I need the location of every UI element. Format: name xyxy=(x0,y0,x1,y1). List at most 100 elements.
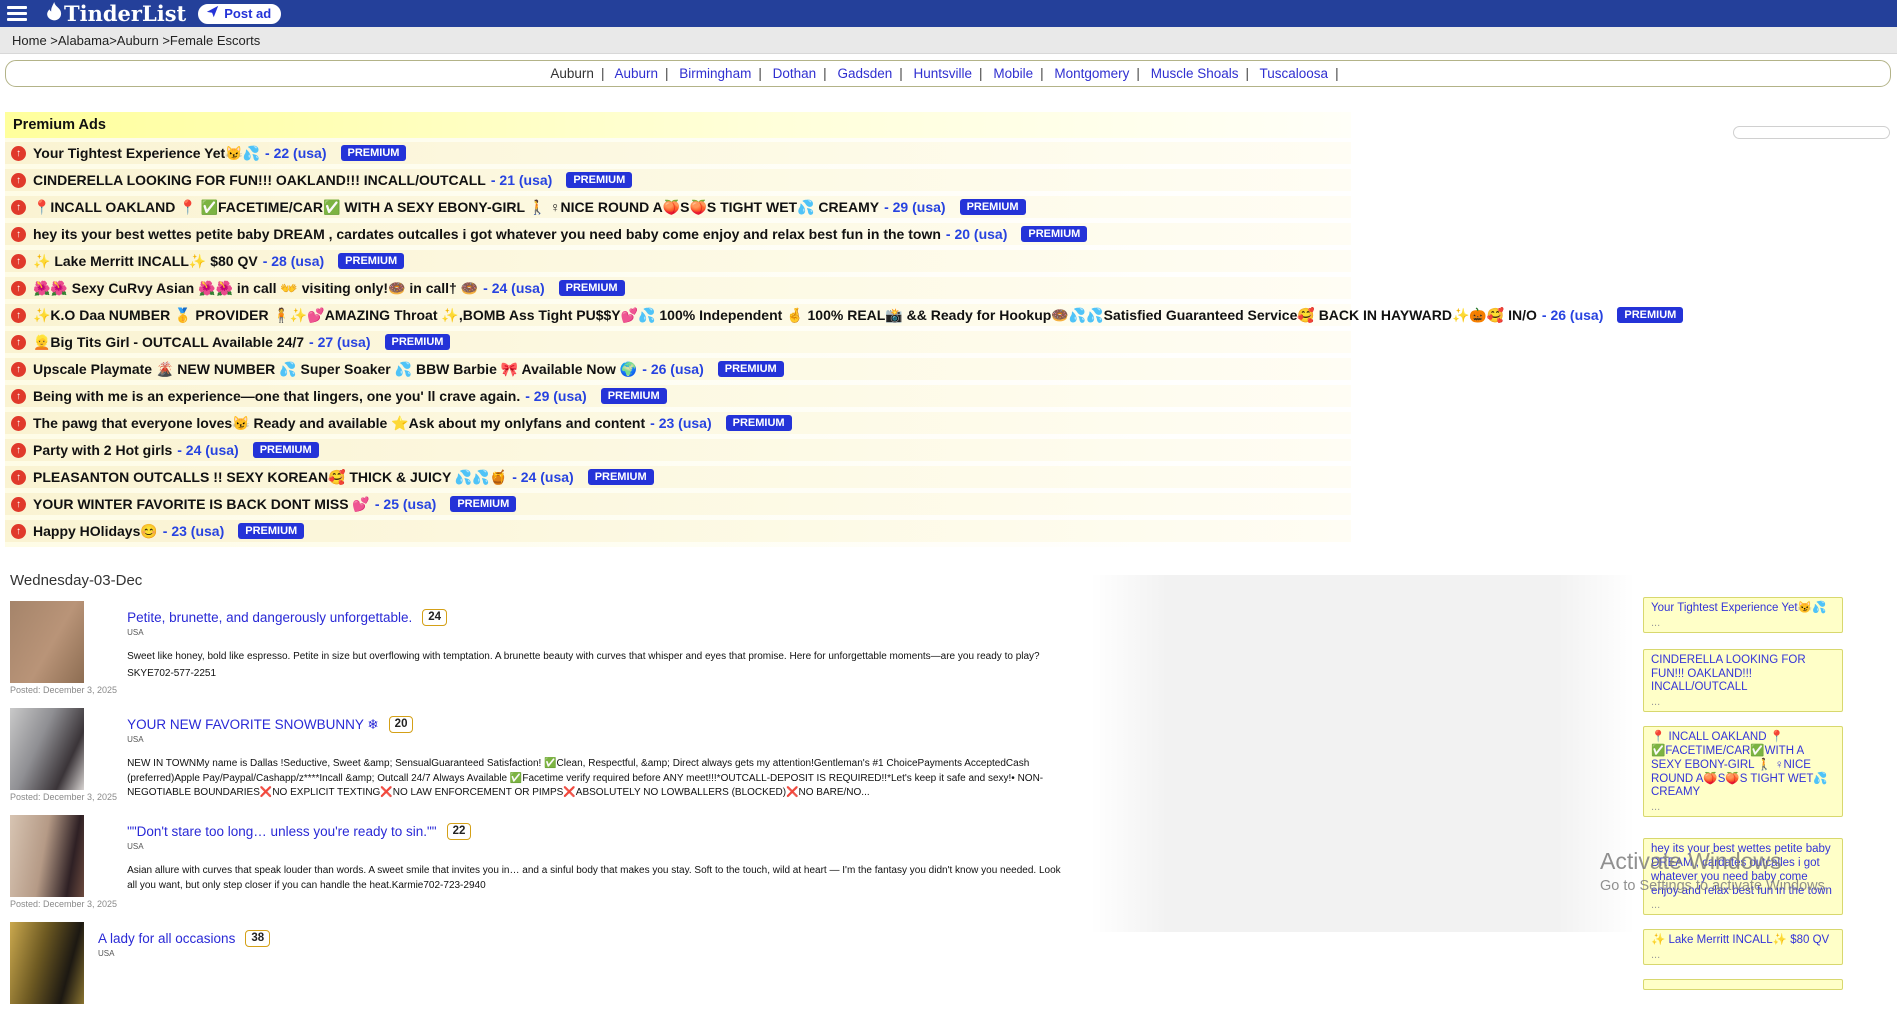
city-link[interactable]: Muscle Shoals xyxy=(1151,66,1239,81)
premium-ad-age: - 28 (usa) xyxy=(263,253,324,269)
sidebar-ad-text[interactable]: ✨ Lake Merritt INCALL✨ $80 QV xyxy=(1651,934,1835,948)
premium-ad-title[interactable]: 👱Big Tits Girl - OUTCALL Available 24/7 xyxy=(33,334,304,351)
premium-badge: PREMIUM xyxy=(341,145,407,161)
premium-ad-title[interactable]: Upscale Playmate 🌋 NEW NUMBER 💦 Super So… xyxy=(33,361,637,378)
listing-title-link[interactable]: A lady for all occasions xyxy=(98,931,235,946)
background-shade-panel xyxy=(1090,575,1635,932)
sidebar-ad-box[interactable]: 📍 INCALL OAKLAND 📍 ✅FACETIME/CAR✅WITH A … xyxy=(1643,726,1843,817)
age-badge: 20 xyxy=(389,716,414,733)
premium-ad-row[interactable]: 🌺🌺 Sexy CuRvy Asian 🌺🌺 in call 👐 visitin… xyxy=(5,277,1351,299)
listing-description: NEW IN TOWNMy name is Dallas !Seductive,… xyxy=(127,757,1067,801)
premium-badge: PREMIUM xyxy=(588,469,654,485)
listing-thumbnail[interactable] xyxy=(10,601,84,683)
premium-ad-title[interactable]: ✨ Lake Merritt INCALL✨ $80 QV xyxy=(33,253,258,270)
premium-ad-row[interactable]: Being with me is an experience—one that … xyxy=(5,385,1351,407)
arrow-up-circle-icon xyxy=(11,173,26,188)
premium-ad-row[interactable]: YOUR WINTER FAVORITE IS BACK DONT MISS 💕… xyxy=(5,493,1351,515)
menu-icon[interactable] xyxy=(0,0,34,27)
premium-ad-age: - 29 (usa) xyxy=(884,199,945,215)
listing-title-link[interactable]: YOUR NEW FAVORITE SNOWBUNNY ❄ xyxy=(127,717,379,733)
age-badge: 38 xyxy=(245,930,270,947)
sidebar-ad-box[interactable]: CINDERELLA LOOKING FOR FUN!!! OAKLAND!!!… xyxy=(1643,649,1843,712)
premium-ad-age: - 26 (usa) xyxy=(642,361,703,377)
arrow-up-circle-icon xyxy=(11,308,26,323)
city-link[interactable]: Huntsville xyxy=(914,66,973,81)
premium-ad-row[interactable]: Party with 2 Hot girls - 24 (usa) PREMIU… xyxy=(5,439,1351,461)
sidebar-ad-ellipsis: ... xyxy=(1651,618,1835,629)
city-link[interactable]: Dothan xyxy=(773,66,817,81)
premium-ad-age: - 24 (usa) xyxy=(177,442,238,458)
arrow-up-circle-icon xyxy=(11,524,26,539)
premium-ad-title[interactable]: Happy HOlidays😊 xyxy=(33,523,158,540)
premium-badge: PREMIUM xyxy=(253,442,319,458)
premium-ad-title[interactable]: PLEASANTON OUTCALLS !! SEXY KOREAN🥰 THIC… xyxy=(33,469,507,486)
city-link[interactable]: Auburn xyxy=(614,66,658,81)
city-link-separator: | xyxy=(1136,66,1140,81)
city-link[interactable]: Birmingham xyxy=(679,66,751,81)
arrow-up-circle-icon xyxy=(11,200,26,215)
premium-ad-title[interactable]: Being with me is an experience—one that … xyxy=(33,388,520,404)
premium-ad-title[interactable]: hey its your best wettes petite baby DRE… xyxy=(33,226,941,242)
arrow-up-circle-icon xyxy=(11,254,26,269)
premium-badge: PREMIUM xyxy=(559,280,625,296)
sidebar-ad-box[interactable]: Your Tightest Experience Yet😼💦 ... xyxy=(1643,597,1843,633)
premium-ad-row[interactable]: hey its your best wettes petite baby DRE… xyxy=(5,223,1351,245)
premium-ad-row[interactable]: Upscale Playmate 🌋 NEW NUMBER 💦 Super So… xyxy=(5,358,1351,380)
premium-ad-row[interactable]: ✨ Lake Merritt INCALL✨ $80 QV - 28 (usa)… xyxy=(5,250,1351,272)
premium-badge: PREMIUM xyxy=(1021,226,1087,242)
site-logo[interactable]: TinderList xyxy=(46,1,186,26)
listing-thumbnail[interactable] xyxy=(10,708,84,790)
date-heading: Wednesday-03-Dec xyxy=(10,572,1090,589)
arrow-up-circle-icon xyxy=(11,416,26,431)
post-ad-button[interactable]: Post ad xyxy=(198,4,281,24)
premium-badge: PREMIUM xyxy=(726,415,792,431)
premium-ad-row[interactable]: Happy HOlidays😊 - 23 (usa) PREMIUM xyxy=(5,520,1351,542)
sidebar-ad-text[interactable]: CINDERELLA LOOKING FOR FUN!!! OAKLAND!!!… xyxy=(1651,654,1835,695)
sidebar-ad-box[interactable]: hey its your best wettes petite baby DRE… xyxy=(1643,838,1843,915)
premium-badge: PREMIUM xyxy=(385,334,451,350)
premium-ad-row[interactable]: The pawg that everyone loves😼 Ready and … xyxy=(5,412,1351,434)
city-link[interactable]: Mobile xyxy=(993,66,1033,81)
site-logo-text: TinderList xyxy=(64,1,186,26)
sidebar-ad-box[interactable] xyxy=(1643,979,1843,990)
premium-ad-title[interactable]: Your Tightest Experience Yet😼💦 xyxy=(33,145,260,162)
sidebar-ad-box[interactable]: ✨ Lake Merritt INCALL✨ $80 QV ... xyxy=(1643,929,1843,965)
listing-title-link[interactable]: ""Don't stare too long… unless you're re… xyxy=(127,824,436,839)
premium-ad-title[interactable]: ✨K.O Daa NUMBER 🥇 PROVIDER 🧍✨💕AMAZING Th… xyxy=(33,307,1537,324)
premium-ad-title[interactable]: The pawg that everyone loves😼 Ready and … xyxy=(33,415,645,432)
premium-ad-title[interactable]: YOUR WINTER FAVORITE IS BACK DONT MISS 💕 xyxy=(33,496,370,513)
listing-thumbnail[interactable] xyxy=(10,815,84,897)
premium-ad-title[interactable]: CINDERELLA LOOKING FOR FUN!!! OAKLAND!!!… xyxy=(33,172,486,188)
premium-badge: PREMIUM xyxy=(450,496,516,512)
premium-ad-age: - 27 (usa) xyxy=(309,334,370,350)
premium-ad-title[interactable]: Party with 2 Hot girls xyxy=(33,442,172,458)
sidebar-ad-text[interactable]: Your Tightest Experience Yet😼💦 xyxy=(1651,602,1835,616)
arrow-up-circle-icon xyxy=(11,335,26,350)
premium-ad-row[interactable]: 📍INCALL OAKLAND 📍 ✅FACETIME/CAR✅ WITH A … xyxy=(5,196,1351,218)
premium-ad-row[interactable]: CINDERELLA LOOKING FOR FUN!!! OAKLAND!!!… xyxy=(5,169,1351,191)
premium-ad-age: - 23 (usa) xyxy=(650,415,711,431)
ad-placeholder-box xyxy=(1733,126,1890,139)
listing-description: Sweet like honey, bold like espresso. Pe… xyxy=(127,650,1067,665)
premium-badge: PREMIUM xyxy=(238,523,304,539)
sidebar-ad-text[interactable]: 📍 INCALL OAKLAND 📍 ✅FACETIME/CAR✅WITH A … xyxy=(1651,731,1835,800)
listing-title-link[interactable]: Petite, brunette, and dangerously unforg… xyxy=(127,610,412,625)
sidebar-ad-text[interactable]: hey its your best wettes petite baby DRE… xyxy=(1651,843,1835,898)
premium-ad-row[interactable]: 👱Big Tits Girl - OUTCALL Available 24/7 … xyxy=(5,331,1351,353)
city-link[interactable]: Montgomery xyxy=(1054,66,1129,81)
listing-thumbnail[interactable] xyxy=(10,922,84,1004)
premium-ad-title[interactable]: 🌺🌺 Sexy CuRvy Asian 🌺🌺 in call 👐 visitin… xyxy=(33,280,478,297)
listing-country: USA xyxy=(127,735,1067,744)
sidebar-ad-ellipsis: ... xyxy=(1651,697,1835,708)
premium-ad-row[interactable]: ✨K.O Daa NUMBER 🥇 PROVIDER 🧍✨💕AMAZING Th… xyxy=(5,304,1351,326)
breadcrumb[interactable]: Home >Alabama>Auburn >Female Escorts xyxy=(0,27,1897,54)
city-link[interactable]: Tuscaloosa xyxy=(1260,66,1329,81)
city-link[interactable]: Auburn xyxy=(550,66,594,81)
arrow-up-circle-icon xyxy=(11,389,26,404)
premium-ad-row[interactable]: Your Tightest Experience Yet😼💦 - 22 (usa… xyxy=(5,142,1351,164)
listing-country: USA xyxy=(98,949,1038,958)
city-link[interactable]: Gadsden xyxy=(837,66,892,81)
premium-ad-title[interactable]: 📍INCALL OAKLAND 📍 ✅FACETIME/CAR✅ WITH A … xyxy=(33,199,879,216)
premium-ad-row[interactable]: PLEASANTON OUTCALLS !! SEXY KOREAN🥰 THIC… xyxy=(5,466,1351,488)
listing-row: Posted: December 3, 2025 Petite, brunett… xyxy=(10,601,1090,697)
